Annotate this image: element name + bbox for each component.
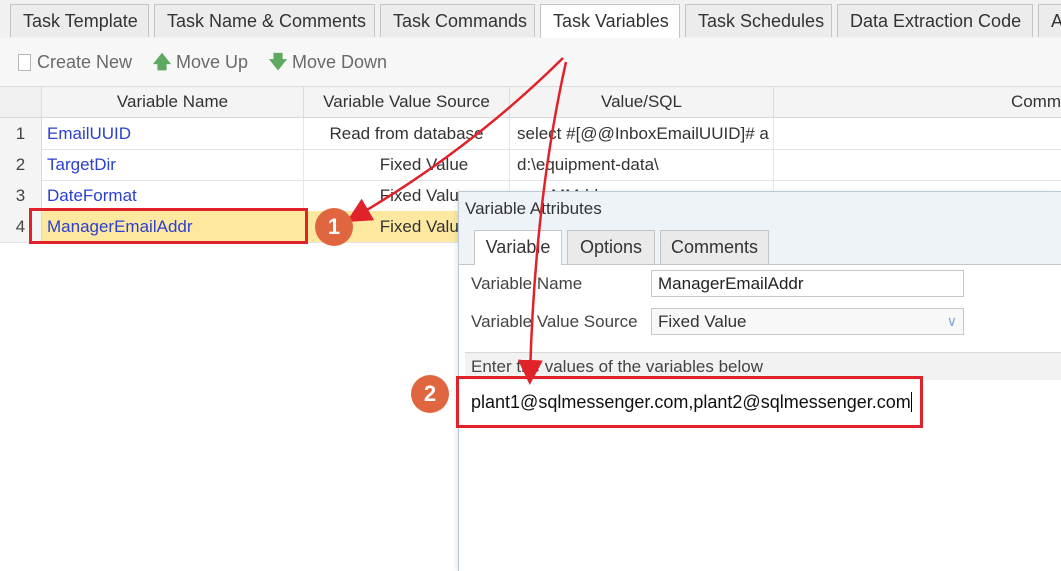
variable-name-cell[interactable]: TargetDir bbox=[42, 149, 304, 180]
arrow-up-icon: 🡅 bbox=[152, 52, 172, 72]
arrow-down-icon: 🡇 bbox=[268, 52, 288, 72]
variable-name-input[interactable]: ManagerEmailAddr bbox=[651, 270, 964, 297]
variable-name-label: Variable Name bbox=[471, 274, 583, 293]
variable-value-source-select[interactable]: Fixed Value ∨ bbox=[651, 308, 964, 335]
highlight-box-row bbox=[29, 208, 308, 244]
dialog-tab-bar: Variable Options Comments bbox=[459, 226, 1061, 265]
move-up-label: Move Up bbox=[176, 52, 249, 72]
value-sql-cell[interactable]: select #[@@InboxEmailUUID]# a bbox=[510, 118, 774, 149]
main-tab-bar: Task Template Task Name & Comments Task … bbox=[0, 0, 1061, 39]
dialog-tab-options[interactable]: Options bbox=[567, 230, 655, 264]
tab-data-extraction-code[interactable]: Data Extraction Code bbox=[837, 4, 1033, 37]
tab-overflow[interactable]: A bbox=[1038, 4, 1061, 37]
new-document-icon bbox=[18, 54, 31, 71]
tab-task-variables[interactable]: Task Variables bbox=[540, 4, 680, 39]
toolbar: Create New 🡅 Move Up 🡇 Move Down bbox=[0, 38, 1061, 87]
dialog-tab-comments[interactable]: Comments bbox=[660, 230, 769, 264]
move-down-button[interactable]: 🡇 Move Down bbox=[268, 50, 387, 74]
row-number: 1 bbox=[0, 118, 42, 149]
step-badge-2: 2 bbox=[411, 375, 449, 413]
tab-task-schedules[interactable]: Task Schedules bbox=[685, 4, 832, 37]
column-header-value-source[interactable]: Variable Value Source bbox=[304, 87, 510, 117]
row-number: 3 bbox=[0, 180, 42, 211]
column-header-variable-name[interactable]: Variable Name bbox=[42, 87, 304, 117]
selected-value: Fixed Value bbox=[658, 312, 747, 331]
column-header-comments[interactable]: Comm bbox=[774, 87, 1061, 117]
tab-task-template[interactable]: Task Template bbox=[10, 4, 149, 37]
column-header-value-sql[interactable]: Value/SQL bbox=[510, 87, 774, 117]
table-row[interactable]: 2 TargetDir Fixed Value d:\equipment-dat… bbox=[0, 149, 1061, 181]
value-source-cell[interactable]: Fixed Value bbox=[304, 149, 510, 180]
dialog-title: Variable Attributes bbox=[459, 192, 1061, 226]
value-sql-cell[interactable]: d:\equipment-data\ bbox=[510, 149, 774, 180]
variable-name-cell[interactable]: DateFormat bbox=[42, 180, 304, 211]
row-number-header bbox=[0, 87, 42, 117]
tab-task-commands[interactable]: Task Commands bbox=[380, 4, 535, 37]
create-new-label: Create New bbox=[37, 52, 133, 72]
highlight-box-values bbox=[456, 376, 923, 428]
move-up-button[interactable]: 🡅 Move Up bbox=[152, 50, 248, 74]
step-badge-1: 1 bbox=[315, 208, 353, 246]
variable-value-source-label: Variable Value Source bbox=[471, 312, 638, 331]
row-number: 2 bbox=[0, 149, 42, 180]
create-new-button[interactable]: Create New bbox=[18, 50, 132, 74]
move-down-label: Move Down bbox=[292, 52, 388, 72]
variable-name-cell[interactable]: EmailUUID bbox=[42, 118, 304, 149]
table-row[interactable]: 1 EmailUUID Read from database select #[… bbox=[0, 118, 1061, 150]
tab-task-name-comments[interactable]: Task Name & Comments bbox=[154, 4, 375, 37]
chevron-down-icon[interactable]: ∨ bbox=[947, 309, 957, 334]
value-source-cell[interactable]: Read from database bbox=[304, 118, 510, 149]
grid-header: Variable Name Variable Value Source Valu… bbox=[0, 87, 1061, 118]
dialog-tab-variable[interactable]: Variable bbox=[474, 230, 562, 265]
